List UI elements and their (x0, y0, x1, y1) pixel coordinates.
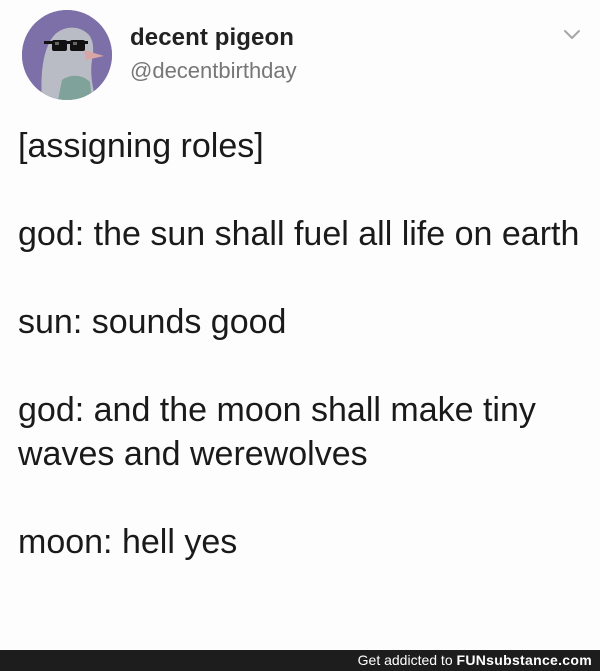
chevron-down-icon[interactable] (560, 22, 584, 46)
avatar[interactable] (22, 10, 112, 100)
footer-prefix: Get addicted to (357, 652, 453, 668)
tweet-paragraph: sun: sounds good (18, 303, 287, 341)
tweet-card: decent pigeon @decentbirthday [assigning… (0, 0, 600, 650)
user-handle[interactable]: @decentbirthday (130, 58, 297, 84)
tweet-text: [assigning roles] god: the sun shall fue… (18, 124, 588, 564)
display-name[interactable]: decent pigeon (130, 24, 294, 52)
tweet-paragraph: god: the sun shall fuel all life on eart… (18, 215, 580, 253)
watermark-footer: Get addicted to FUNsubstance.com (0, 650, 600, 671)
tweet-paragraph: [assigning roles] (18, 127, 264, 165)
tweet-paragraph: god: and the moon shall make tiny waves … (18, 391, 536, 473)
footer-brand[interactable]: FUNsubstance.com (457, 652, 593, 668)
pigeon-with-sunglasses-icon (22, 10, 112, 100)
tweet-paragraph: moon: hell yes (18, 523, 238, 561)
